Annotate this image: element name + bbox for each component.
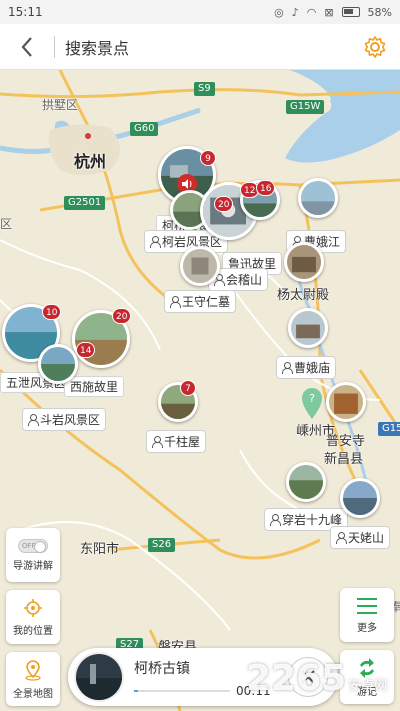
overview-label: 全景地图 — [13, 688, 53, 700]
sim-icon: ⊠ — [324, 5, 334, 19]
hotspot-icon: ◎ — [274, 5, 284, 19]
highway-g15w: G15W — [286, 100, 325, 114]
place-gongshu: 拱墅区 — [42, 98, 79, 112]
poi-caoejiang-marker[interactable] — [298, 178, 338, 218]
poi-badge: 14 — [76, 342, 96, 358]
more-label: 更多 — [357, 622, 377, 634]
guide-toggle-button[interactable]: OFF 导游讲解 — [6, 528, 60, 582]
place-left-edge: 区 — [0, 217, 13, 231]
status-time: 15:11 — [8, 5, 43, 19]
mute-icon: ♪ — [291, 5, 299, 19]
settings-button[interactable] — [350, 24, 400, 70]
guide-icon — [170, 296, 181, 308]
place-dongyang: 东阳市 — [80, 542, 120, 557]
poi-photo — [291, 311, 325, 345]
poi-douyan-marker[interactable] — [38, 344, 78, 384]
my-location-button[interactable]: 我的位置 — [6, 590, 60, 644]
guide-toggle[interactable]: OFF — [18, 538, 48, 553]
highway-g151: G151 — [378, 422, 400, 436]
map-pin-icon — [25, 659, 41, 681]
poi-photo — [301, 181, 335, 215]
poi-photo — [183, 249, 217, 283]
player-photo — [76, 654, 122, 700]
highway-s9: S9 — [194, 82, 215, 96]
poi-badge: 20 — [214, 196, 234, 212]
poi-xishi-label[interactable]: 西施故里 — [64, 376, 125, 397]
player-title: 柯桥古镇 — [134, 661, 190, 677]
back-button[interactable] — [0, 24, 54, 70]
poi-photo — [289, 465, 323, 499]
poi-photo — [329, 385, 363, 419]
player-progress-fill — [134, 690, 138, 692]
poi-douyan-label[interactable]: 斗岩风景区 — [22, 408, 107, 431]
poi-yangtaiwei-marker[interactable] — [284, 242, 324, 282]
crosshair-icon — [24, 598, 42, 617]
poi-chuanyan-marker[interactable] — [286, 462, 326, 502]
menu-icon — [357, 597, 377, 614]
my-location-label: 我的位置 — [13, 625, 53, 637]
poi-puan-label[interactable]: 普安寺 — [326, 430, 365, 449]
player-progress[interactable] — [134, 690, 230, 692]
player-thumbnail — [74, 652, 124, 702]
battery-level: 58% — [367, 5, 392, 19]
poi-wangshouren-marker[interactable] — [180, 246, 220, 286]
poi-yangtaiwei-label[interactable]: 杨太尉殿 — [277, 284, 329, 303]
more-button[interactable]: 更多 — [340, 588, 394, 642]
search-header: 搜索景点 — [0, 24, 400, 70]
watermark: 2265 安卓网 — [246, 658, 388, 699]
gear-icon — [364, 35, 386, 58]
poi-photo — [41, 347, 75, 381]
poi-badge: 7 — [180, 380, 196, 396]
highway-g2501: G2501 — [64, 196, 106, 210]
place-hangzhou: 杭州 — [74, 152, 107, 171]
highway-s26: S26 — [148, 538, 176, 552]
wifi-icon: ◠ — [306, 5, 317, 19]
poi-badge: 10 — [42, 304, 62, 320]
map-view[interactable]: 拱墅区 杭州 区 东阳市 磐安县 新昌县 嵊州市 奉 S9 G15W G60 G… — [0, 70, 400, 711]
poi-wangshouren-label[interactable]: 王守仁墓 — [164, 290, 237, 313]
status-bar: 15:11 ◎ ♪ ◠ ⊠ 58% — [0, 0, 400, 24]
guide-icon — [282, 362, 293, 374]
location-pin-icon: ? — [302, 388, 322, 419]
guide-icon — [336, 532, 347, 544]
place-xinchang: 新昌县 — [324, 452, 364, 467]
poi-badge: 20 — [112, 308, 132, 324]
poi-qianzhu-label[interactable]: 千柱屋 — [146, 430, 207, 453]
overview-map-button[interactable]: 全景地图 — [6, 652, 60, 706]
guide-icon — [270, 514, 281, 526]
poi-badge: 16 — [256, 180, 276, 196]
poi-puan-marker[interactable] — [326, 382, 366, 422]
poi-caoemiao-marker[interactable] — [288, 308, 328, 348]
poi-photo — [287, 245, 321, 279]
highway-g60: G60 — [130, 122, 159, 136]
battery-icon — [341, 7, 360, 17]
poi-caoemiao-label[interactable]: 曹娥庙 — [276, 356, 337, 379]
poi-photo — [343, 481, 377, 515]
chevron-left-icon — [21, 36, 32, 57]
svg-text:?: ? — [309, 392, 315, 405]
guide-icon — [152, 436, 163, 448]
poi-tianlao-label[interactable]: 天姥山 — [330, 526, 391, 549]
poi-tianlao-marker[interactable] — [340, 478, 380, 518]
search-field[interactable]: 搜索景点 — [55, 35, 350, 59]
guide-label: 导游讲解 — [13, 560, 53, 572]
poi-badge: 9 — [200, 150, 216, 166]
guide-icon — [150, 236, 161, 248]
guide-icon — [28, 414, 39, 426]
